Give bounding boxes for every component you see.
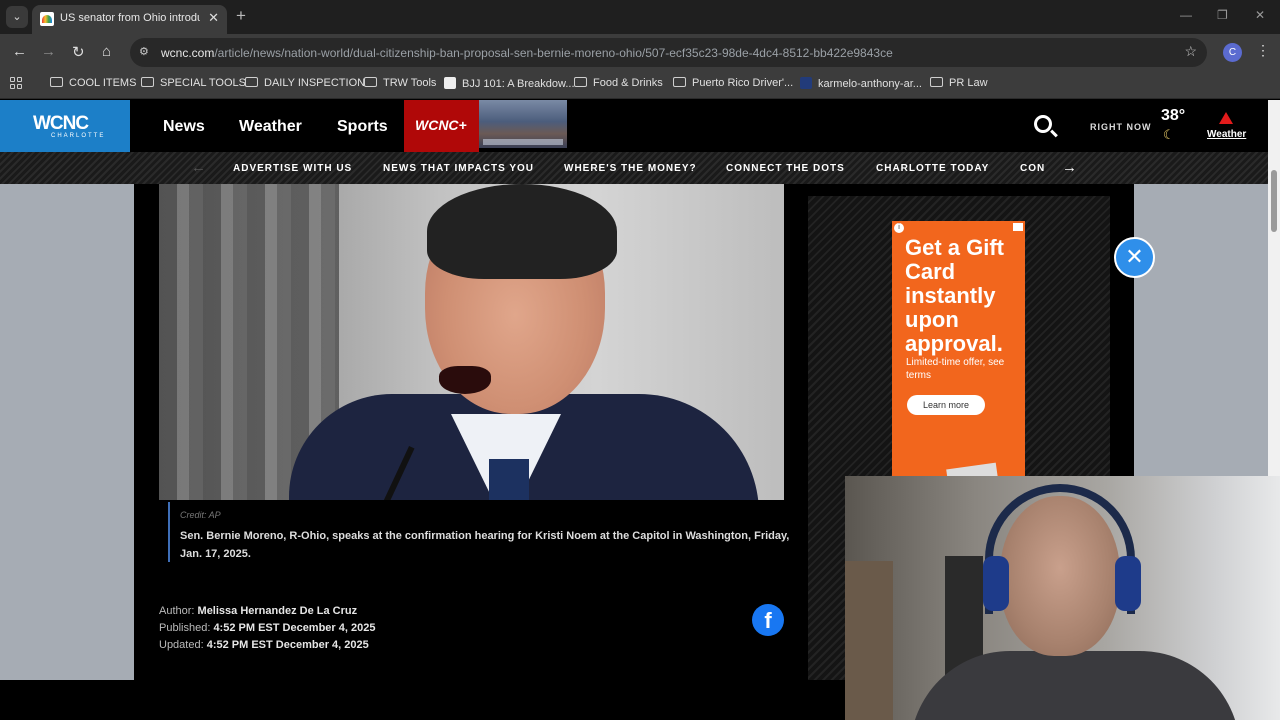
bookmark-item[interactable]: karmelo-anthony-ar... (800, 77, 922, 90)
site-info-icon[interactable]: ⚙ (139, 45, 153, 59)
subnav-next-icon[interactable]: → (1062, 159, 1077, 176)
back-icon[interactable]: ← (12, 43, 27, 60)
browser-tab-active[interactable]: US senator from Ohio introduc ✕ (32, 5, 227, 34)
live-video-thumbnail[interactable] (479, 100, 567, 148)
address-bar[interactable]: ⚙ wcnc.com/article/news/nation-world/dua… (130, 38, 1207, 67)
subnav-item[interactable]: WHERE'S THE MONEY? (564, 163, 697, 174)
browser-menu-icon[interactable]: ⋮ (1256, 42, 1270, 59)
search-icon[interactable] (1034, 115, 1052, 133)
new-tab-icon[interactable]: + (236, 6, 246, 26)
folder-icon (574, 77, 587, 87)
weather-alert-icon[interactable] (1219, 112, 1233, 124)
home-icon[interactable]: ⌂ (102, 43, 111, 60)
ad-learn-more-button[interactable]: Learn more (907, 395, 985, 415)
published-line: Published: 4:52 PM EST December 4, 2025 (159, 622, 376, 634)
restore-icon[interactable]: ❐ (1217, 8, 1228, 22)
window-close-icon[interactable]: ✕ (1255, 8, 1265, 22)
author-line: Author: Melissa Hernandez De La Cruz (159, 605, 358, 617)
tab-strip: ⌄ US senator from Ohio introduc ✕ + — ❐ … (0, 0, 1280, 34)
bookmarks-bar: COOL ITEMS SPECIAL TOOLS DAILY INSPECTIO… (0, 71, 1280, 99)
photo-credit: Credit: AP (180, 510, 221, 520)
tab-title: US senator from Ohio introduc (60, 12, 200, 24)
subnav-item[interactable]: ADVERTISE WITH US (233, 163, 352, 174)
right-now-label: RIGHT NOW (1090, 122, 1152, 132)
profile-avatar[interactable]: C (1223, 43, 1242, 62)
bookmark-item[interactable]: SPECIAL TOOLS (141, 77, 246, 89)
ad-info-icon[interactable]: i (894, 223, 904, 233)
bookmark-item[interactable]: BJJ 101: A Breakdow... (444, 77, 575, 90)
subnav-item[interactable]: CHARLOTTE TODAY (876, 163, 989, 174)
author-name[interactable]: Melissa Hernandez De La Cruz (198, 605, 358, 617)
bookmark-item[interactable]: Food & Drinks (574, 77, 663, 89)
url-text[interactable]: wcnc.com/article/news/nation-world/dual-… (161, 46, 893, 60)
site-header: WCNC CHARLOTTE News Weather Sports WCNC+… (0, 100, 1268, 152)
nav-sports[interactable]: Sports (337, 118, 388, 136)
subnav-item[interactable]: CONNECT THE DOTS (726, 163, 845, 174)
ad-choices-icon[interactable] (1013, 223, 1023, 231)
nav-weather[interactable]: Weather (239, 118, 302, 136)
photo-caption: Sen. Bernie Moreno, R-Ohio, speaks at th… (180, 530, 790, 560)
webcam-overlay (845, 476, 1280, 720)
article-photo[interactable] (159, 184, 784, 500)
bookmark-item[interactable]: PR Law (930, 77, 988, 89)
ad-subtext: Limited-time offer, see terms (906, 357, 1005, 381)
folder-icon (245, 77, 258, 87)
bookmark-item[interactable]: DAILY INSPECTION (245, 77, 365, 89)
gift-card-ad[interactable]: i Get a Gift Card instantly upon approva… (892, 221, 1025, 485)
bookmark-item[interactable]: Puerto Rico Driver'... (673, 77, 793, 89)
bookmark-item[interactable]: COOL ITEMS (50, 77, 136, 89)
page-favicon-icon (444, 77, 456, 89)
close-icon[interactable]: ✕ (1114, 237, 1155, 278)
bookmark-item[interactable]: TRW Tools (364, 77, 436, 89)
wcnc-plus-button[interactable]: WCNC+ (404, 100, 479, 152)
forward-icon[interactable]: → (41, 43, 56, 60)
ad-headline: Get a Gift Card instantly upon approval. (905, 235, 1005, 356)
fox-news-favicon-icon (800, 77, 812, 89)
folder-icon (930, 77, 943, 87)
subnav-item[interactable]: NEWS THAT IMPACTS YOU (383, 163, 534, 174)
minimize-icon[interactable]: — (1180, 8, 1192, 22)
folder-icon (673, 77, 686, 87)
sub-navigation: ← ADVERTISE WITH US NEWS THAT IMPACTS YO… (0, 152, 1268, 184)
subnav-item[interactable]: CON (1020, 163, 1045, 174)
tab-search-menu-icon[interactable]: ⌄ (6, 6, 28, 28)
moon-cloud-icon: ☾ (1163, 127, 1175, 142)
nbc-favicon-icon (40, 12, 54, 26)
temperature[interactable]: 38° (1161, 107, 1185, 125)
folder-icon (141, 77, 154, 87)
wcnc-logo[interactable]: WCNC CHARLOTTE (0, 100, 130, 152)
folder-icon (364, 77, 377, 87)
subnav-prev-icon[interactable]: ← (191, 159, 206, 176)
apps-grid-icon[interactable] (10, 77, 23, 90)
folder-icon (50, 77, 63, 87)
reload-icon[interactable]: ↻ (72, 43, 85, 61)
bookmark-star-icon[interactable]: ☆ (1184, 43, 1197, 60)
updated-line: Updated: 4:52 PM EST December 4, 2025 (159, 639, 369, 651)
browser-toolbar: ← → ↻ ⌂ ⚙ wcnc.com/article/news/nation-w… (0, 34, 1280, 71)
facebook-icon[interactable]: f (752, 604, 784, 636)
weather-link[interactable]: Weather (1207, 129, 1246, 140)
tab-close-icon[interactable]: ✕ (208, 10, 219, 26)
nav-news[interactable]: News (163, 118, 205, 136)
